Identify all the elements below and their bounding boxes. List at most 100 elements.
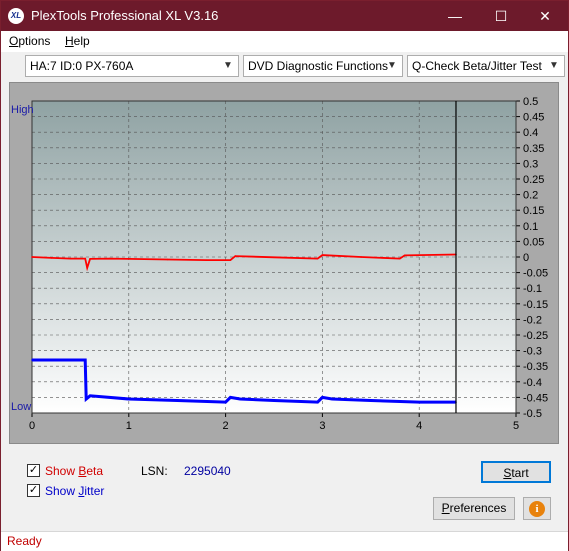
chart-panel: 0.5 0.45 0.4 0.35 0.3 0.25 0.2 0.15 0.1 0.05 0 -0.0… <box>9 82 559 444</box>
menu-options[interactable]: Options <box>9 34 50 48</box>
x-tick-label: 5 <box>513 420 519 432</box>
y-tick-label: 0 <box>523 252 529 264</box>
x-tick-label: 2 <box>223 420 229 432</box>
data-point-beta <box>166 258 169 261</box>
data-point-beta <box>31 256 33 258</box>
low-label: Low <box>11 401 31 413</box>
y-tick-label: 0.4 <box>523 127 538 139</box>
data-point-jitter <box>316 401 319 403</box>
y-tick-label: 0.3 <box>523 158 538 170</box>
menu-options-accel: O <box>9 34 19 48</box>
function-select-value: DVD Diagnostic Functions <box>248 59 389 73</box>
control-panel: ✓ Show Beta ✓ Show Jitter LSN: 2295040 S… <box>9 451 559 527</box>
lsn-value: 2295040 <box>184 464 231 478</box>
show-jitter-text: Show <box>45 484 79 498</box>
y-tick-label: -0.35 <box>523 361 548 373</box>
data-point-jitter <box>331 398 333 400</box>
y-tick-label: 0.45 <box>523 112 544 124</box>
y-tick-label: -0.25 <box>523 330 548 342</box>
data-point-beta <box>50 257 53 259</box>
x-tick-label: 4 <box>416 420 422 432</box>
preferences-accel: P <box>441 501 450 515</box>
function-select[interactable]: DVD Diagnostic Functions ▼ <box>243 55 403 77</box>
data-point-jitter <box>224 401 227 403</box>
data-point-jitter <box>418 401 421 403</box>
data-point-jitter <box>176 399 178 402</box>
app-window: XL PlexTools Professional XL V3.16 — ☐ ✕… <box>0 0 569 551</box>
y-tick-label: -0.15 <box>523 299 548 311</box>
data-point-beta <box>403 254 406 257</box>
data-point-jitter <box>239 398 241 400</box>
menu-help[interactable]: Help <box>65 34 90 48</box>
chevron-down-icon: ▼ <box>387 60 397 71</box>
data-point-beta <box>86 267 88 269</box>
y-tick-label: 0.2 <box>523 190 538 202</box>
info-button[interactable]: i <box>523 497 551 520</box>
data-point-jitter <box>84 359 87 361</box>
data-point-beta <box>321 254 324 256</box>
menu-help-accel: H <box>65 34 74 48</box>
y-tick-label: 0.1 <box>523 221 538 233</box>
start-button[interactable]: Start <box>481 461 551 483</box>
y-tick-label: 0.15 <box>523 205 544 217</box>
menu-options-label: ptions <box>18 34 51 48</box>
chevron-down-icon: ▼ <box>549 60 559 71</box>
drive-select[interactable]: HA:7 ID:0 PX-760A ▼ <box>25 55 239 77</box>
x-tick-label: 1 <box>126 420 132 432</box>
y-tick-label: -0.3 <box>523 346 542 358</box>
data-point-beta <box>229 259 232 261</box>
data-point-jitter <box>321 396 324 399</box>
data-point-beta <box>84 257 87 260</box>
data-point-jitter <box>31 359 33 361</box>
test-select-value: Q-Check Beta/Jitter Test <box>412 59 542 73</box>
lsn-label: LSN: <box>141 464 168 478</box>
menu-help-label: elp <box>73 34 90 48</box>
toolbar: HA:7 ID:0 PX-760A ▼ DVD Diagnostic Funct… <box>1 52 568 80</box>
show-jitter-checkbox[interactable]: ✓ <box>27 484 40 497</box>
y-tick-label: -0.4 <box>523 377 542 389</box>
data-point-beta <box>89 258 91 260</box>
title-bar[interactable]: XL PlexTools Professional XL V3.16 — ☐ ✕ <box>1 1 568 31</box>
data-point-beta <box>108 257 111 260</box>
maximize-button[interactable]: ☐ <box>478 1 524 31</box>
data-point-jitter <box>89 395 91 397</box>
window-title: PlexTools Professional XL V3.16 <box>31 8 219 23</box>
x-tick-label: 0 <box>29 420 35 432</box>
data-point-jitter <box>229 396 232 399</box>
data-point-beta <box>399 257 401 260</box>
data-point-beta <box>128 258 130 260</box>
chevron-down-icon: ▼ <box>223 60 233 71</box>
preferences-button[interactable]: Preferences <box>433 497 515 520</box>
y-tick-label: -0.05 <box>523 268 548 280</box>
close-button[interactable]: ✕ <box>522 1 568 31</box>
data-point-jitter <box>60 359 62 361</box>
data-point-jitter <box>128 398 130 400</box>
y-tick-label: -0.5 <box>523 408 542 420</box>
info-icon: i <box>529 501 545 517</box>
data-point-beta <box>69 257 72 260</box>
minimize-button[interactable]: — <box>432 1 478 31</box>
data-point-jitter <box>273 399 275 402</box>
status-text: Ready <box>7 534 42 548</box>
test-select[interactable]: Q-Check Beta/Jitter Test ▼ <box>407 55 565 77</box>
high-label: High <box>11 104 34 116</box>
data-point-beta <box>234 255 237 257</box>
data-point-jitter <box>85 398 88 400</box>
show-jitter-label[interactable]: Show Jitter <box>45 484 104 498</box>
data-point-beta <box>316 257 319 260</box>
data-point-jitter <box>370 399 372 402</box>
start-label: tart <box>511 466 529 480</box>
show-beta-label[interactable]: Show Beta <box>45 464 103 478</box>
drive-select-value: HA:7 ID:0 PX-760A <box>30 59 134 73</box>
show-beta-text: Show <box>45 464 79 478</box>
data-point-beta <box>360 256 362 258</box>
show-beta-checkbox[interactable]: ✓ <box>27 464 40 477</box>
y-tick-label: -0.45 <box>523 392 548 404</box>
show-beta-text-rest: eta <box>86 464 104 478</box>
data-point-beta <box>205 259 208 261</box>
preferences-label: references <box>449 501 507 515</box>
y-tick-label: -0.2 <box>523 314 542 326</box>
y-tick-label: 0.5 <box>523 96 538 108</box>
menu-bar: Options Help <box>1 31 568 52</box>
beta-jitter-chart: 0.5 0.45 0.4 0.35 0.3 0.25 0.2 0.15 0.1 0.05 0 -0.0… <box>11 96 548 432</box>
